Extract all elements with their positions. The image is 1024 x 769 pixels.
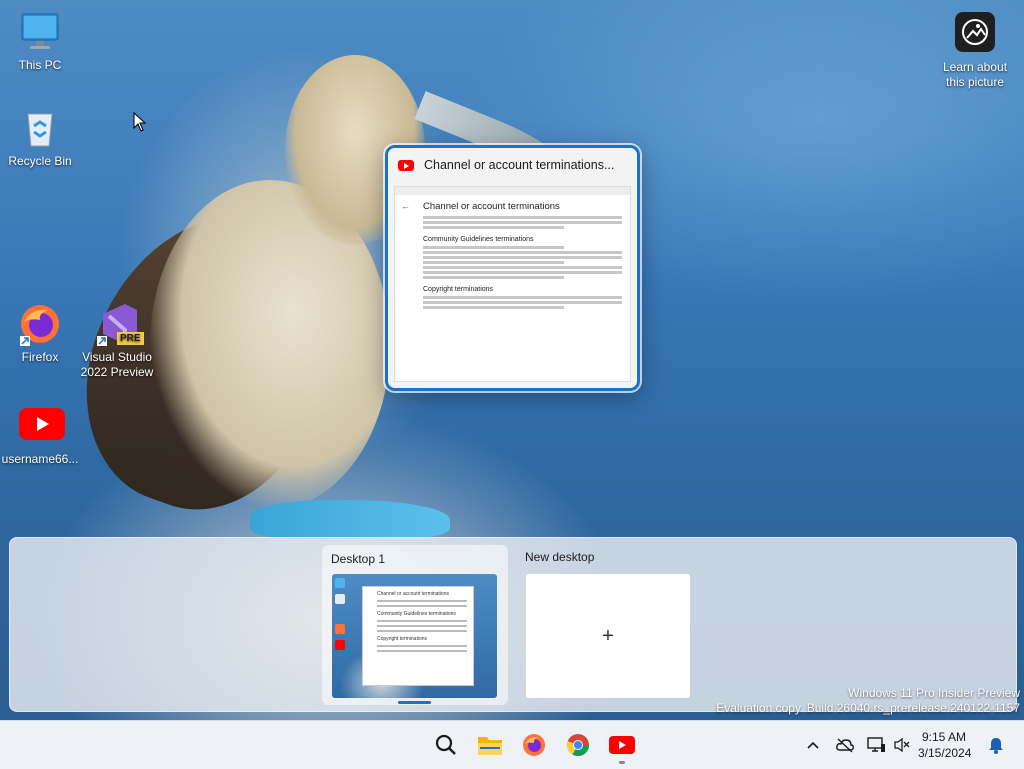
notification-bell-icon[interactable] bbox=[986, 735, 1006, 755]
learn-picture-icon[interactable] bbox=[955, 12, 995, 52]
page-heading: Channel or account terminations bbox=[423, 201, 560, 212]
text-line bbox=[377, 650, 467, 652]
text-line bbox=[423, 266, 622, 269]
mini-youtube-icon bbox=[335, 640, 345, 650]
taskbar-clock[interactable]: 9:15 AM 3/15/2024 bbox=[918, 729, 972, 761]
text-line bbox=[423, 251, 622, 254]
text-line bbox=[423, 246, 564, 249]
desktop-icon-label: Firefox bbox=[21, 350, 59, 364]
text-line bbox=[423, 301, 622, 304]
desktop-icon-label: Recycle Bin bbox=[8, 154, 72, 168]
text-line bbox=[423, 256, 622, 259]
preview-badge: PRE bbox=[117, 332, 144, 345]
desktop-icon-visual-studio[interactable]: PRE Visual Studio 2022 Preview bbox=[77, 302, 157, 380]
mouse-pointer-icon bbox=[133, 111, 147, 137]
text-line bbox=[423, 261, 564, 264]
text-line bbox=[423, 221, 622, 224]
active-desktop-indicator bbox=[398, 701, 431, 704]
onedrive-offline-icon[interactable] bbox=[835, 735, 855, 755]
text-line bbox=[423, 276, 564, 279]
page-section-heading: Copyright terminations bbox=[423, 286, 494, 293]
learn-about-picture-label[interactable]: Learn about this picture bbox=[935, 60, 1015, 90]
desktop-icon-recycle-bin[interactable]: Recycle Bin bbox=[0, 106, 80, 169]
desktop-icon-label: username66... bbox=[1, 452, 79, 466]
running-app-indicator bbox=[619, 761, 625, 764]
text-line bbox=[377, 630, 467, 632]
chrome-icon[interactable] bbox=[562, 729, 594, 761]
window-page-preview: ← Channel or account terminations Commun… bbox=[394, 186, 631, 382]
new-desktop-label[interactable]: New desktop bbox=[525, 550, 594, 564]
desktop-1-label[interactable]: Desktop 1 bbox=[331, 552, 385, 566]
build-watermark: Windows 11 Pro Insider Preview Evaluatio… bbox=[716, 686, 1020, 716]
taskbar: 9:15 AM 3/15/2024 bbox=[0, 720, 1024, 769]
youtube-logo-icon bbox=[398, 159, 414, 171]
text-line bbox=[377, 600, 467, 602]
task-view-window[interactable]: Channel or account terminations... ← Cha… bbox=[385, 145, 640, 391]
watermark-line-2: Evaluation copy. Build 26040.rs_prerelea… bbox=[716, 701, 1020, 715]
file-explorer-icon[interactable] bbox=[474, 729, 506, 761]
desktop-1-thumbnail[interactable]: Channel or account terminations Communit… bbox=[332, 574, 497, 698]
text-line bbox=[377, 605, 467, 607]
clock-time: 9:15 AM bbox=[921, 730, 966, 744]
watermark-line-1: Windows 11 Pro Insider Preview bbox=[848, 686, 1020, 700]
clock-date: 3/15/2024 bbox=[918, 746, 972, 760]
text-line bbox=[423, 216, 622, 219]
desktop-icon-label: This PC bbox=[18, 58, 62, 72]
desktop-icon-youtube-shortcut[interactable]: username66... bbox=[0, 404, 80, 467]
mini-window-section: Copyright terminations bbox=[377, 636, 428, 642]
youtube-shortcut-icon bbox=[18, 404, 65, 448]
text-line bbox=[377, 620, 467, 622]
mini-window-heading: Channel or account terminations bbox=[377, 591, 449, 597]
firefox-icon bbox=[18, 302, 62, 346]
volume-muted-icon[interactable] bbox=[892, 735, 912, 755]
text-line bbox=[377, 645, 467, 647]
search-icon[interactable] bbox=[430, 729, 462, 761]
text-line bbox=[423, 226, 564, 229]
visual-studio-preview-icon: PRE bbox=[95, 302, 144, 346]
new-desktop-button[interactable]: + bbox=[526, 574, 690, 698]
plus-icon: + bbox=[602, 624, 614, 647]
text-line bbox=[423, 296, 622, 299]
mini-this-pc-icon bbox=[335, 578, 345, 588]
wallpaper-bird-feet bbox=[250, 500, 450, 540]
desktop-icon-this-pc[interactable]: This PC bbox=[0, 10, 80, 73]
window-title: Channel or account terminations... bbox=[424, 158, 615, 172]
chevron-up-icon[interactable] bbox=[803, 735, 823, 755]
mini-firefox-icon bbox=[335, 624, 345, 634]
text-line bbox=[423, 271, 622, 274]
back-arrow-icon: ← bbox=[401, 201, 410, 211]
recycle-bin-icon bbox=[18, 106, 62, 150]
mini-recycle-bin-icon bbox=[335, 594, 345, 604]
mini-window: Channel or account terminations Communit… bbox=[362, 586, 474, 686]
this-pc-icon bbox=[18, 10, 62, 54]
network-icon[interactable] bbox=[866, 735, 886, 755]
browser-tab-strip bbox=[395, 187, 630, 195]
window-title-row: Channel or account terminations... bbox=[388, 148, 637, 182]
desktop-icon-firefox[interactable]: Firefox bbox=[0, 302, 80, 365]
mini-window-section: Community Guidelines terminations bbox=[377, 611, 456, 617]
youtube-app-icon[interactable] bbox=[606, 729, 638, 761]
firefox-icon[interactable] bbox=[518, 729, 550, 761]
text-line bbox=[423, 306, 564, 309]
page-section-heading: Community Guidelines terminations bbox=[423, 236, 534, 243]
desktop-icon-label: Visual Studio 2022 Preview bbox=[80, 350, 154, 379]
text-line bbox=[377, 625, 467, 627]
